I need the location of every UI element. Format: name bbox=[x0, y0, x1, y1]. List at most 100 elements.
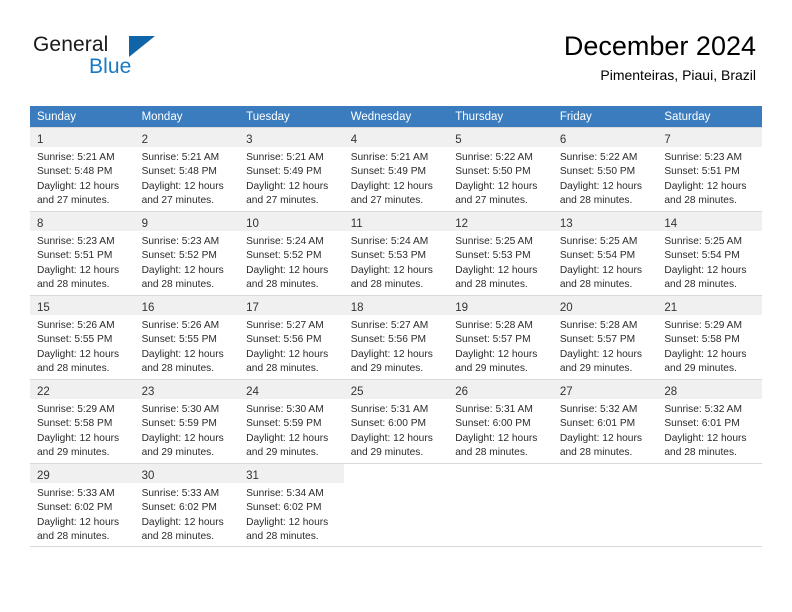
sunset-text: Sunset: 5:56 PM bbox=[350, 334, 427, 346]
page-header: General Blue December 2024 Pimenteiras, … bbox=[0, 0, 792, 98]
sunrise-text: Sunrise: 5:25 AM bbox=[664, 236, 742, 247]
calendar-day-cell[interactable]: 10 Sunrise: 5:24 AM Sunset: 5:52 PM Dayligh… bbox=[239, 211, 344, 295]
day-details: Sunrise: 5:24 AM Sunset: 5:52 PM Daylight:… bbox=[239, 231, 344, 292]
page-title: December 2024 bbox=[563, 31, 756, 61]
daylight-text-line1: Daylight: 12 hours bbox=[141, 264, 224, 276]
calendar-day-cell[interactable]: 30 Sunrise: 5:33 AM Sunset: 6:02 PM Dayligh… bbox=[134, 463, 240, 547]
calendar-day-cell[interactable]: 27 Sunrise: 5:32 AM Sunset: 6:01 PM Dayligh… bbox=[552, 379, 658, 463]
daylight-text-line2: and 28 minutes. bbox=[664, 446, 737, 458]
daylight-text-line1: Daylight: 12 hours bbox=[664, 180, 747, 192]
day-number-strip: 25 bbox=[343, 380, 449, 399]
day-number-strip: 4 bbox=[343, 128, 449, 147]
daylight-text-line1: Daylight: 12 hours bbox=[664, 264, 747, 276]
calendar-day-cell[interactable]: 12 Sunrise: 5:25 AM Sunset: 5:53 PM Dayligh… bbox=[448, 211, 553, 295]
calendar-day-cell[interactable]: 29 Sunrise: 5:33 AM Sunset: 6:02 PM Dayligh… bbox=[30, 463, 135, 547]
daylight-text-line2: and 28 minutes. bbox=[37, 530, 110, 542]
calendar-day-cell[interactable]: 24 Sunrise: 5:30 AM Sunset: 5:59 PM Dayligh… bbox=[239, 379, 344, 463]
day-number: 13 bbox=[559, 218, 573, 230]
sunset-text: Sunset: 5:56 PM bbox=[246, 334, 322, 346]
daylight-text-line1: Daylight: 12 hours bbox=[141, 432, 224, 444]
sunrise-text: Sunrise: 5:28 AM bbox=[455, 320, 533, 331]
day-details: Sunrise: 5:25 AM Sunset: 5:54 PM Daylight:… bbox=[657, 231, 762, 292]
calendar-day-cell[interactable]: 8 Sunrise: 5:23 AM Sunset: 5:51 PM Daylight… bbox=[30, 211, 135, 295]
day-details: Sunrise: 5:34 AM Sunset: 6:02 PM Daylight:… bbox=[239, 483, 344, 544]
calendar-day-cell[interactable]: 23 Sunrise: 5:30 AM Sunset: 5:59 PM Dayligh… bbox=[134, 379, 240, 463]
sunset-text: Sunset: 5:58 PM bbox=[664, 334, 740, 346]
daylight-text-line2: and 29 minutes. bbox=[246, 446, 319, 458]
day-details: Sunrise: 5:29 AM Sunset: 5:58 PM Daylight:… bbox=[30, 399, 135, 460]
calendar-day-cell[interactable]: 16 Sunrise: 5:26 AM Sunset: 5:55 PM Dayligh… bbox=[134, 295, 240, 379]
calendar-day-cell[interactable]: 7 Sunrise: 5:23 AM Sunset: 5:51 PM Daylight… bbox=[657, 127, 762, 211]
calendar-day-cell[interactable]: 1 Sunrise: 5:21 AM Sunset: 5:48 PM Daylight… bbox=[30, 127, 135, 211]
sunrise-text: Sunrise: 5:32 AM bbox=[559, 404, 638, 415]
calendar-day-cell[interactable]: 19 Sunrise: 5:28 AM Sunset: 5:57 PM Dayligh… bbox=[448, 295, 553, 379]
calendar-day-cell[interactable]: 25 Sunrise: 5:31 AM Sunset: 6:00 PM Dayligh… bbox=[343, 379, 449, 463]
daylight-text-line1: Daylight: 12 hours bbox=[350, 180, 433, 192]
daylight-text-line1: Daylight: 12 hours bbox=[37, 264, 120, 276]
calendar-day-cell[interactable]: 31 Sunrise: 5:34 AM Sunset: 6:02 PM Dayligh… bbox=[239, 463, 344, 547]
day-number: 28 bbox=[664, 386, 678, 398]
daylight-text-line2: and 28 minutes. bbox=[455, 278, 528, 290]
sunrise-text: Sunrise: 5:29 AM bbox=[37, 404, 115, 415]
daylight-text-line2: and 28 minutes. bbox=[141, 362, 215, 374]
sunrise-text: Sunrise: 5:25 AM bbox=[559, 236, 638, 247]
daylight-text-line2: and 28 minutes. bbox=[141, 530, 215, 542]
sunrise-text: Sunrise: 5:23 AM bbox=[664, 152, 742, 163]
daylight-text-line2: and 28 minutes. bbox=[141, 278, 215, 290]
day-details: Sunrise: 5:24 AM Sunset: 5:53 PM Daylight:… bbox=[344, 231, 449, 292]
sunrise-text: Sunrise: 5:21 AM bbox=[37, 152, 115, 163]
day-number: 9 bbox=[141, 218, 148, 230]
calendar-day-cell[interactable]: 26 Sunrise: 5:31 AM Sunset: 6:00 PM Dayligh… bbox=[448, 379, 553, 463]
sunrise-text: Sunrise: 5:21 AM bbox=[141, 152, 220, 163]
calendar-day-cell[interactable]: 28 Sunrise: 5:32 AM Sunset: 6:01 PM Dayligh… bbox=[657, 379, 762, 463]
calendar-week-row: 22 Sunrise: 5:29 AM Sunset: 5:58 PM Dayligh… bbox=[30, 379, 762, 463]
sunrise-text: Sunrise: 5:22 AM bbox=[455, 152, 533, 163]
calendar-day-cell[interactable]: 3 Sunrise: 5:21 AM Sunset: 5:49 PM Daylight… bbox=[239, 127, 344, 211]
sunrise-text: Sunrise: 5:30 AM bbox=[246, 404, 324, 415]
calendar-day-cell[interactable]: 20 Sunrise: 5:28 AM Sunset: 5:57 PM Dayligh… bbox=[552, 295, 658, 379]
day-number-strip: 15 bbox=[30, 296, 135, 315]
calendar-day-cell[interactable]: 18 Sunrise: 5:27 AM Sunset: 5:56 PM Dayligh… bbox=[343, 295, 449, 379]
calendar-day-cell[interactable]: 9 Sunrise: 5:23 AM Sunset: 5:52 PM Daylight… bbox=[134, 211, 240, 295]
calendar-day-cell[interactable]: 13 Sunrise: 5:25 AM Sunset: 5:54 PM Dayligh… bbox=[552, 211, 658, 295]
day-number-strip: 31 bbox=[239, 464, 344, 483]
day-number: 27 bbox=[559, 386, 573, 398]
calendar-day-cell[interactable]: 22 Sunrise: 5:29 AM Sunset: 5:58 PM Dayligh… bbox=[30, 379, 135, 463]
day-details: Sunrise: 5:26 AM Sunset: 5:55 PM Daylight:… bbox=[135, 315, 240, 376]
daylight-text-line1: Daylight: 12 hours bbox=[350, 348, 433, 360]
sunset-text: Sunset: 5:57 PM bbox=[455, 334, 531, 346]
daylight-text-line2: and 29 minutes. bbox=[664, 362, 737, 374]
calendar-day-cell[interactable]: 15 Sunrise: 5:26 AM Sunset: 5:55 PM Dayligh… bbox=[30, 295, 135, 379]
daylight-text-line2: and 28 minutes. bbox=[559, 194, 633, 206]
sunrise-sunset-calendar: Sunday Monday Tuesday Wednesday Thursday… bbox=[30, 106, 762, 547]
day-number-strip: 19 bbox=[448, 296, 553, 315]
calendar-day-cell[interactable]: 2 Sunrise: 5:21 AM Sunset: 5:48 PM Daylight… bbox=[134, 127, 240, 211]
daylight-text-line1: Daylight: 12 hours bbox=[559, 348, 642, 360]
sunset-text: Sunset: 5:54 PM bbox=[559, 250, 636, 262]
sunset-text: Sunset: 5:55 PM bbox=[141, 334, 217, 346]
day-number: 3 bbox=[246, 134, 253, 146]
sunset-text: Sunset: 5:53 PM bbox=[455, 250, 531, 262]
daylight-text-line2: and 28 minutes. bbox=[37, 278, 110, 290]
calendar-day-cell[interactable]: 11 Sunrise: 5:24 AM Sunset: 5:53 PM Dayligh… bbox=[343, 211, 449, 295]
day-number: 30 bbox=[141, 470, 155, 482]
weekday-header-sunday: Sunday bbox=[30, 106, 135, 127]
sunset-text: Sunset: 5:53 PM bbox=[350, 250, 427, 262]
calendar-day-cell[interactable]: 21 Sunrise: 5:29 AM Sunset: 5:58 PM Dayligh… bbox=[657, 295, 762, 379]
calendar-day-cell[interactable]: 4 Sunrise: 5:21 AM Sunset: 5:49 PM Daylight… bbox=[343, 127, 449, 211]
calendar-day-cell[interactable]: 14 Sunrise: 5:25 AM Sunset: 5:54 PM Dayligh… bbox=[657, 211, 762, 295]
day-number-strip: 2 bbox=[134, 128, 240, 147]
calendar-day-cell[interactable]: 5 Sunrise: 5:22 AM Sunset: 5:50 PM Daylight… bbox=[448, 127, 553, 211]
calendar-day-cell[interactable]: 17 Sunrise: 5:27 AM Sunset: 5:56 PM Dayligh… bbox=[239, 295, 344, 379]
day-number-strip: 30 bbox=[134, 464, 240, 483]
calendar-day-cell[interactable]: 6 Sunrise: 5:22 AM Sunset: 5:50 PM Daylight… bbox=[552, 127, 658, 211]
logo-triangle-icon bbox=[129, 36, 155, 57]
sunset-text: Sunset: 6:00 PM bbox=[350, 418, 427, 430]
day-number-strip: 16 bbox=[134, 296, 240, 315]
day-details: Sunrise: 5:26 AM Sunset: 5:55 PM Daylight:… bbox=[30, 315, 135, 376]
day-number-strip: 23 bbox=[134, 380, 240, 399]
daylight-text-line1: Daylight: 12 hours bbox=[37, 348, 120, 360]
sunrise-text: Sunrise: 5:31 AM bbox=[455, 404, 533, 415]
daylight-text-line2: and 27 minutes. bbox=[350, 194, 424, 206]
day-number-strip: 10 bbox=[239, 212, 344, 231]
